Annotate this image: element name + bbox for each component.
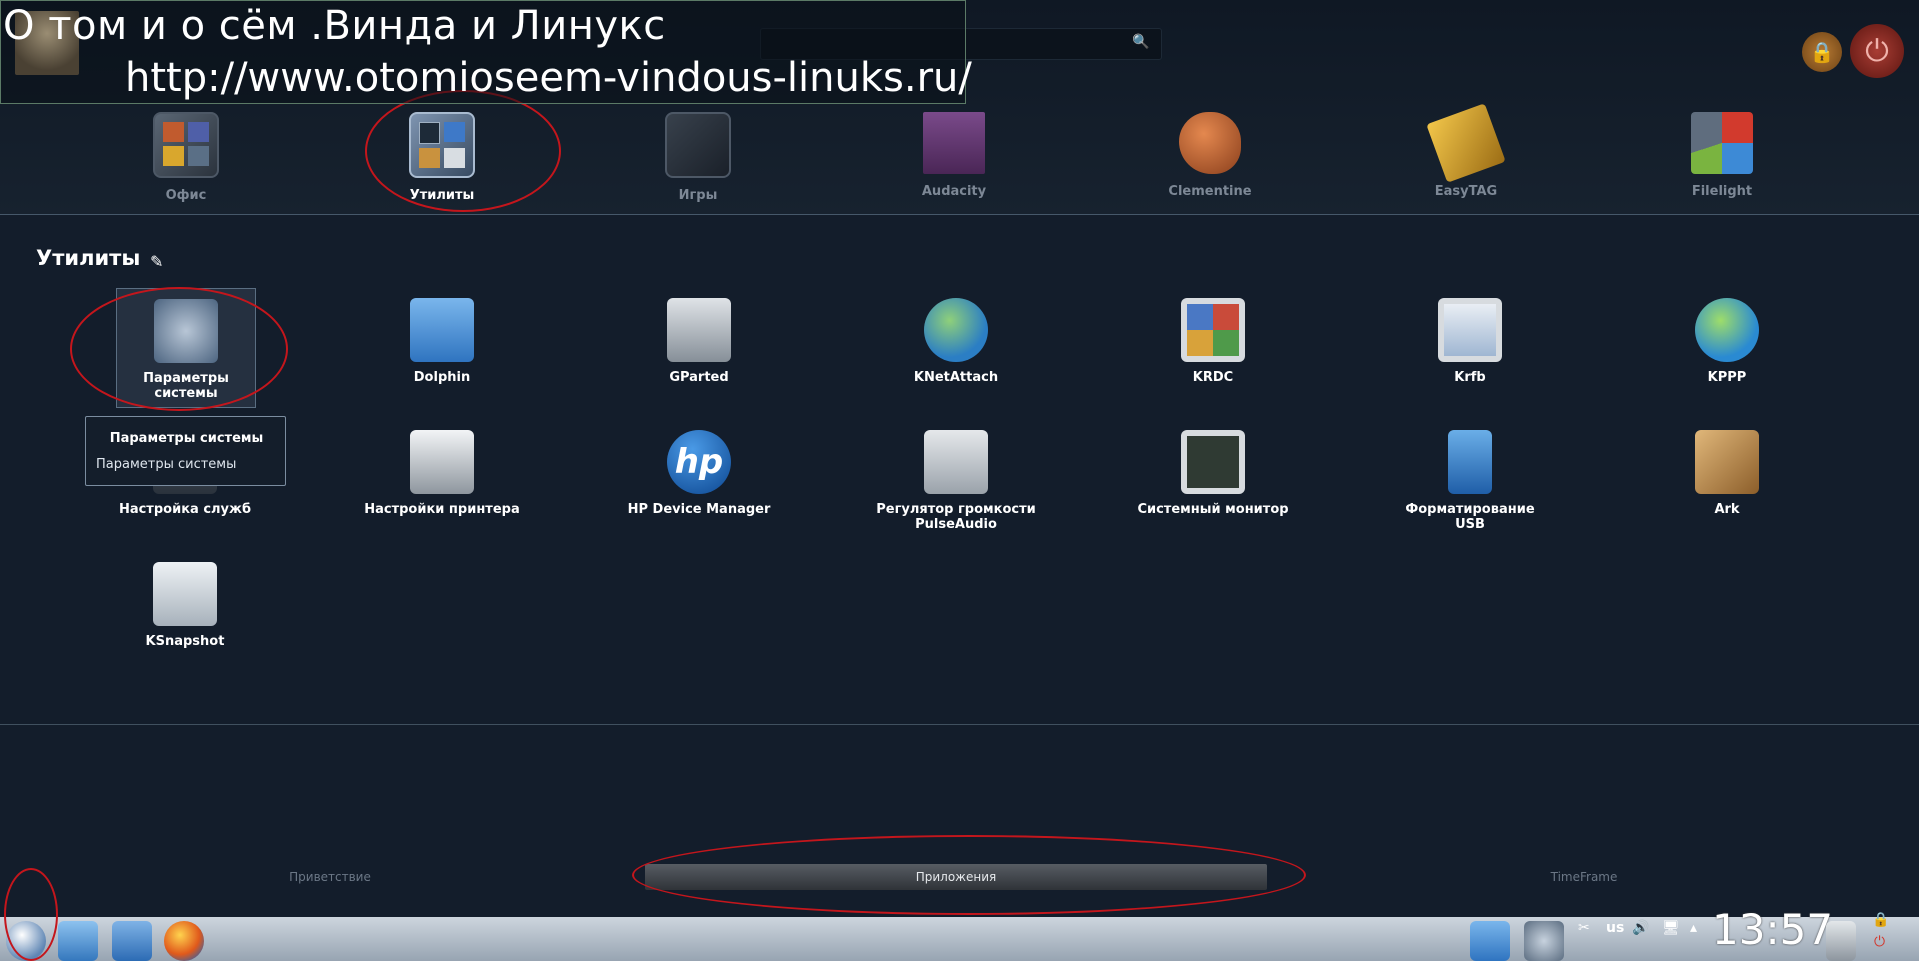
power-small-icon[interactable]: ⏻ (1874, 934, 1885, 950)
app-pulseaudio-volume[interactable]: Регулятор громкости PulseAudio (876, 430, 1036, 532)
annotation-oval-utilities (365, 90, 561, 212)
globe-network-icon (924, 298, 988, 362)
app-label: Регулятор громкости PulseAudio (876, 502, 1036, 532)
tab-welcome[interactable]: Приветствие (200, 864, 460, 890)
games-icon (665, 112, 731, 178)
office-icon (153, 112, 219, 178)
app-label: Настройки принтера (364, 502, 520, 517)
power-icon: ⏻ (1865, 33, 1889, 69)
clock[interactable]: 13:57 (1712, 905, 1833, 954)
trash-icon[interactable] (1826, 921, 1856, 961)
annotation-oval-system-settings (70, 287, 288, 411)
watermark-url: http://www.otomioseem-vindous-linuks.ru/ (125, 55, 972, 101)
app-system-monitor[interactable]: Системный монитор (1133, 430, 1293, 517)
folder-view-icon[interactable] (1470, 921, 1510, 961)
volume-icon[interactable]: 🔊 (1632, 920, 1649, 936)
clementine-icon (1179, 112, 1241, 174)
app-label: Dolphin (413, 370, 471, 385)
app-label: HP Device Manager (627, 502, 771, 517)
divider (0, 724, 1919, 725)
tray-expand-icon[interactable]: ▴ (1690, 920, 1697, 936)
app-hp-device-manager[interactable]: hp HP Device Manager (619, 430, 779, 517)
favorite-office[interactable]: Офис (116, 112, 256, 222)
lock-button[interactable]: 🔒 (1802, 32, 1842, 72)
power-button[interactable]: ⏻ (1850, 24, 1904, 78)
camera-icon (153, 562, 217, 626)
watermark-banner: О том и о сём .Винда и Линукс http://www… (0, 0, 972, 104)
favorite-label: Clementine (1168, 184, 1252, 199)
system-monitor-icon (1181, 430, 1245, 494)
network-icon[interactable]: 🖥 (1662, 920, 1680, 936)
krfb-desktop-icon (1438, 298, 1502, 362)
keyboard-layout[interactable]: us (1606, 920, 1624, 936)
app-label: KNetAttach (913, 370, 999, 385)
section-title: Утилиты (36, 246, 141, 270)
filelight-icon (1691, 112, 1753, 174)
search-icon[interactable]: 🔍 (1132, 34, 1149, 50)
app-knetattach[interactable]: KNetAttach (876, 298, 1036, 385)
lock-small-icon[interactable]: 🔒 (1872, 912, 1889, 928)
favorite-label: Игры (678, 188, 718, 203)
app-label: KRDC (1192, 370, 1234, 385)
divider (0, 214, 1919, 215)
app-label: KSnapshot (145, 634, 225, 649)
favorite-label: Офис (165, 188, 207, 203)
folder-icon[interactable] (58, 921, 98, 961)
mixer-icon (924, 430, 988, 494)
firefox-icon[interactable] (164, 921, 204, 961)
kppp-globe-icon (1695, 298, 1759, 362)
tooltip-title: Параметры системы (109, 431, 264, 446)
scissors-icon[interactable]: ✂ (1578, 920, 1590, 936)
app-label: Ark (1714, 502, 1740, 517)
app-label: GParted (669, 370, 729, 385)
app-label: KPPP (1707, 370, 1747, 385)
gparted-disk-icon (667, 298, 731, 362)
app-gparted[interactable]: GParted (619, 298, 779, 385)
hp-icon: hp (667, 430, 731, 494)
edit-icon[interactable]: ✎ (150, 252, 163, 271)
favorite-games[interactable]: Игры (628, 112, 768, 222)
text-editor-icon[interactable] (112, 921, 152, 961)
app-ksnapshot[interactable]: KSnapshot (105, 562, 265, 649)
app-krfb[interactable]: Krfb (1390, 298, 1550, 385)
audacity-icon (923, 112, 985, 174)
tooltip: Параметры системы Параметры системы (85, 416, 286, 486)
app-label: Форматирование USB (1405, 502, 1535, 532)
app-dolphin[interactable]: Dolphin (362, 298, 522, 385)
system-settings-tray-icon[interactable] (1524, 921, 1564, 961)
lock-icon: 🔒 (1809, 40, 1835, 64)
tooltip-text: Параметры системы (96, 457, 237, 472)
krdc-monitor-icon (1181, 298, 1245, 362)
tab-timeframe[interactable]: TimeFrame (1454, 864, 1714, 890)
printer-icon (410, 430, 474, 494)
dolphin-folder-icon (410, 298, 474, 362)
app-kppp[interactable]: KPPP (1647, 298, 1807, 385)
favorite-label: Filelight (1691, 184, 1753, 199)
usb-icon (1448, 430, 1492, 494)
app-usb-format[interactable]: Форматирование USB (1390, 430, 1550, 532)
app-label: Krfb (1454, 370, 1486, 385)
app-label: Настройка служб (118, 502, 252, 517)
favorite-label: EasyTAG (1434, 184, 1498, 199)
annotation-oval-applications-tab (632, 835, 1306, 915)
app-printer-settings[interactable]: Настройки принтера (362, 430, 522, 517)
watermark-title: О том и о сём .Винда и Линукс (3, 3, 666, 49)
app-krdc[interactable]: KRDC (1133, 298, 1293, 385)
favorite-clementine[interactable]: Clementine (1140, 112, 1280, 222)
favorite-audacity[interactable]: Audacity (884, 112, 1024, 222)
ark-box-icon (1695, 430, 1759, 494)
favorite-easytag[interactable]: EasyTAG (1396, 103, 1536, 222)
easytag-icon (1426, 103, 1506, 183)
annotation-oval-launcher (4, 868, 58, 961)
app-label: Системный монитор (1137, 502, 1289, 517)
favorite-filelight[interactable]: Filelight (1652, 112, 1792, 222)
app-ark[interactable]: Ark (1647, 430, 1807, 517)
favorite-label: Audacity (921, 184, 987, 199)
